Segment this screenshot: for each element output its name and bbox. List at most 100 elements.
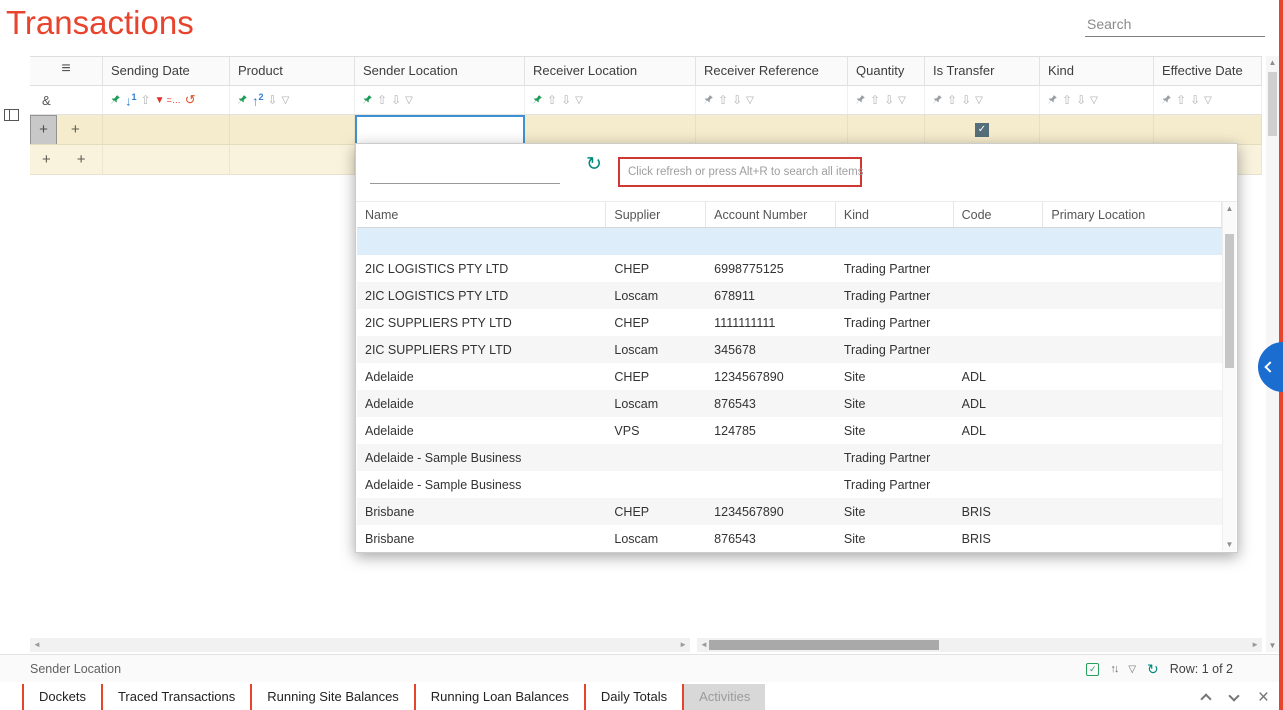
lookup-cell-kind[interactable]: Trading Partner (836, 309, 954, 336)
column-header-effective-date[interactable]: Effective Date (1154, 57, 1262, 85)
chevron-down-icon[interactable] (1228, 690, 1239, 701)
scroll-thumb[interactable] (709, 640, 939, 650)
new-row-cell-sending-date[interactable] (103, 145, 230, 175)
new-row-cell-receiver-reference[interactable] (696, 115, 848, 145)
lookup-cell-kind[interactable]: Trading Partner (836, 471, 954, 498)
filter-icon[interactable]: ▽ (746, 95, 754, 106)
filter-cell-indicator[interactable]: & (30, 86, 103, 114)
lookup-cell-account-number[interactable]: 876543 (706, 525, 836, 551)
lookup-cell-primary-location[interactable] (1043, 255, 1222, 282)
sort-desc-icon[interactable]: ⇩ (391, 93, 401, 107)
lookup-row[interactable]: AdelaideVPS124785SiteADL (357, 417, 1222, 444)
lookup-cell-primary-location[interactable] (1043, 417, 1222, 444)
clear-filter-icon[interactable]: ↺ (185, 92, 196, 108)
tab-running-site-balances[interactable]: Running Site Balances (250, 684, 414, 710)
filter-icon[interactable]: ▽ (1090, 95, 1098, 106)
lookup-cell-kind[interactable]: Site (836, 363, 954, 390)
pin-icon[interactable] (236, 94, 248, 106)
lookup-cell-primary-location[interactable] (1043, 471, 1222, 498)
new-row-cell-product[interactable] (230, 115, 355, 145)
sort-asc-icon[interactable]: ⇧ (1062, 93, 1072, 107)
new-row-cell-sending-date[interactable] (103, 115, 230, 145)
filter-icon[interactable]: ▽ (1128, 664, 1136, 675)
filter-cell-effective-date[interactable]: ⇧⇩▽ (1154, 86, 1262, 114)
lookup-cell-account-number[interactable]: 876543 (706, 390, 836, 417)
filter-icon[interactable]: ▽ (898, 95, 906, 106)
lookup-row[interactable]: BrisbaneLoscam876543SiteBRIS (357, 525, 1222, 551)
lookup-cell-supplier[interactable]: Loscam (606, 525, 706, 551)
lookup-column-kind[interactable]: Kind (836, 202, 954, 227)
new-row-cell-indicator[interactable]: ++ (30, 115, 103, 145)
tab-running-loan-balances[interactable]: Running Loan Balances (414, 684, 584, 710)
lookup-cell-account-number[interactable]: 6998775125 (706, 255, 836, 282)
lookup-cell-kind[interactable] (836, 228, 954, 255)
lookup-cell-account-number[interactable]: 345678 (706, 336, 836, 363)
lookup-cell-supplier[interactable]: Loscam (606, 390, 706, 417)
add-icon[interactable]: + (71, 121, 80, 138)
lookup-cell-primary-location[interactable] (1043, 282, 1222, 309)
lookup-cell-code[interactable] (954, 444, 1044, 471)
filter-cell-receiver-location[interactable]: ⇧⇩▽ (525, 86, 696, 114)
lookup-cell-primary-location[interactable] (1043, 363, 1222, 390)
row-header-button[interactable]: + (30, 115, 57, 145)
lookup-cell-primary-location[interactable] (1043, 525, 1222, 551)
pin-icon[interactable] (1160, 94, 1172, 106)
filter-cell-product[interactable]: ↑2⇩▽ (230, 86, 355, 114)
filter-icon[interactable]: ▽ (975, 95, 983, 106)
filter-icon[interactable]: ▽ (405, 95, 413, 106)
new-row-cell-product[interactable] (230, 145, 355, 175)
lookup-cell-account-number[interactable]: 678911 (706, 282, 836, 309)
lookup-cell-supplier[interactable]: CHEP (606, 255, 706, 282)
is-transfer-checkbox[interactable]: ✓ (975, 123, 989, 137)
column-header-kind[interactable]: Kind (1040, 57, 1154, 85)
lookup-cell-primary-location[interactable] (1043, 309, 1222, 336)
refresh-icon[interactable]: ↻ (1147, 661, 1159, 678)
lookup-cell-name[interactable]: Adelaide - Sample Business (357, 471, 606, 498)
add-icon[interactable]: + (42, 151, 51, 168)
column-header-sender-location[interactable]: Sender Location (355, 57, 525, 85)
lookup-cell-kind[interactable]: Trading Partner (836, 444, 954, 471)
lookup-column-name[interactable]: Name (357, 202, 606, 227)
new-row-cell-receiver-location[interactable] (525, 115, 696, 145)
scroll-left-icon[interactable]: ◄ (700, 641, 708, 649)
lookup-cell-account-number[interactable]: 1111111111 (706, 309, 836, 336)
pin-icon[interactable] (931, 94, 943, 106)
lookup-cell-code[interactable]: ADL (954, 417, 1044, 444)
lookup-cell-name[interactable]: 2IC LOGISTICS PTY LTD (357, 255, 606, 282)
lookup-cell-code[interactable] (954, 336, 1044, 363)
lookup-column-primary-location[interactable]: Primary Location (1043, 202, 1222, 227)
pin-icon[interactable] (531, 94, 543, 106)
grid-horizontal-scrollbar-right[interactable]: ◄ ► (697, 638, 1262, 652)
filter-icon[interactable]: ▽ (282, 95, 290, 106)
lookup-cell-name[interactable]: 2IC SUPPLIERS PTY LTD (357, 309, 606, 336)
lookup-cell-kind[interactable]: Site (836, 498, 954, 525)
filter-active-icon[interactable]: ▼ (155, 95, 165, 106)
chevron-up-icon[interactable] (1200, 693, 1211, 704)
lookup-cell-name[interactable]: Adelaide (357, 417, 606, 444)
new-row-cell-quantity[interactable] (848, 115, 925, 145)
lookup-row[interactable]: AdelaideLoscam876543SiteADL (357, 390, 1222, 417)
sort-desc-active-icon[interactable]: ↓1 (125, 92, 137, 108)
lookup-cell-account-number[interactable]: 124785 (706, 417, 836, 444)
pin-icon[interactable] (1046, 94, 1058, 106)
filter-cell-sender-location[interactable]: ⇧⇩▽ (355, 86, 525, 114)
sort-asc-icon[interactable]: ⇧ (870, 93, 880, 107)
lookup-cell-primary-location[interactable] (1043, 390, 1222, 417)
scroll-left-icon[interactable]: ◄ (33, 641, 41, 649)
show-group-panel-icon[interactable] (4, 109, 19, 121)
flyout-panel-button[interactable] (1258, 342, 1283, 392)
lookup-cell-primary-location[interactable] (1043, 336, 1222, 363)
column-chooser-button[interactable]: ≡ (30, 57, 103, 85)
calendar-check-icon[interactable]: ✓ (1086, 663, 1099, 676)
lookup-cell-name[interactable]: Adelaide (357, 390, 606, 417)
sort-asc-icon[interactable]: ⇧ (718, 93, 728, 107)
new-transaction-row-1[interactable]: ++✓ (30, 115, 1262, 145)
grid-horizontal-scrollbar-left[interactable]: ◄ ► (30, 638, 690, 652)
lookup-cell-kind[interactable]: Site (836, 390, 954, 417)
sort-desc-icon[interactable]: ⇩ (561, 93, 571, 107)
new-row-cell-is-transfer[interactable]: ✓ (925, 115, 1040, 145)
lookup-cell-name[interactable]: Adelaide (357, 363, 606, 390)
filter-cell-kind[interactable]: ⇧⇩▽ (1040, 86, 1154, 114)
sort-icon[interactable]: ⇩ (268, 93, 278, 107)
lookup-cell-code[interactable]: ADL (954, 363, 1044, 390)
